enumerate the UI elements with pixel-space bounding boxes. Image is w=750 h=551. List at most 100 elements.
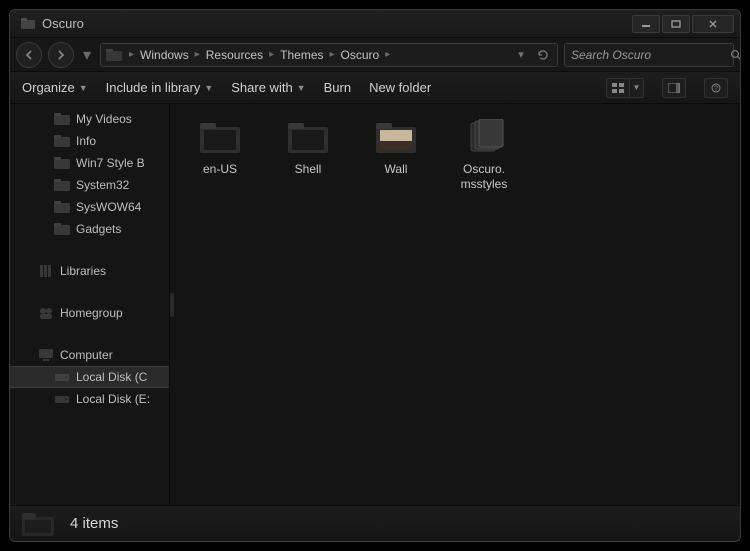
tree-item[interactable]: Gadgets: [10, 218, 169, 240]
organize-menu[interactable]: Organize ▼: [22, 80, 88, 95]
chevron-right-icon: ▸: [328, 49, 337, 60]
tree-item[interactable]: Info: [10, 130, 169, 152]
tree-item[interactable]: My Videos: [10, 108, 169, 130]
folder-icon: [372, 118, 420, 158]
file-label: Wall: [385, 162, 408, 177]
tree-label: Info: [76, 134, 96, 148]
tree-label: Libraries: [60, 264, 106, 278]
tree-item-computer[interactable]: Computer: [10, 344, 169, 366]
tree-item-disk[interactable]: Local Disk (E:: [10, 388, 169, 410]
toolbar-label: Share with: [231, 80, 292, 95]
change-view-dropdown[interactable]: ▼: [630, 78, 644, 98]
help-button[interactable]: ?: [704, 78, 728, 98]
tree-label: SysWOW64: [76, 200, 141, 214]
search-box[interactable]: [564, 43, 734, 67]
breadcrumb-segment[interactable]: Oscuro: [337, 44, 384, 66]
titlebar: Oscuro: [10, 10, 740, 38]
msstyles-icon: [460, 118, 508, 158]
computer-icon: [38, 348, 54, 362]
history-dropdown[interactable]: ▾: [80, 42, 94, 68]
chevron-down-icon: ▼: [204, 83, 213, 93]
maximize-button[interactable]: [662, 15, 690, 33]
toolbar: Organize▼ Include in library▼ Share with…: [10, 72, 740, 104]
view-options: ▼: [606, 78, 644, 98]
toolbar-label: Include in library: [106, 80, 201, 95]
refresh-button[interactable]: [533, 45, 553, 65]
file-item[interactable]: Oscuro. msstyles: [454, 118, 514, 192]
homegroup-icon: [38, 306, 54, 320]
toolbar-label: New folder: [369, 80, 431, 95]
folder-icon: [284, 118, 332, 158]
include-library-menu[interactable]: Include in library▼: [106, 80, 214, 95]
folder-icon: [54, 156, 70, 170]
chevron-right-icon: ▸: [193, 49, 202, 60]
breadcrumb-segment[interactable]: Resources: [202, 44, 267, 66]
file-label: Oscuro. msstyles: [461, 162, 508, 192]
folder-icon: [54, 222, 70, 236]
change-view-button[interactable]: [606, 78, 630, 98]
tree-item[interactable]: Win7 Style B: [10, 152, 169, 174]
address-bar[interactable]: ▸ Windows ▸ Resources ▸ Themes ▸ Oscuro …: [100, 43, 558, 67]
file-list[interactable]: en-US Shell Wall Oscuro. msstyles: [174, 104, 740, 505]
tree-item-libraries[interactable]: Libraries: [10, 260, 169, 282]
tree-item-disk[interactable]: Local Disk (C: [10, 366, 169, 388]
nav-row: ▾ ▸ Windows ▸ Resources ▸ Themes ▸ Oscur…: [10, 38, 740, 72]
search-input[interactable]: [571, 48, 726, 62]
status-text: 4 items: [70, 515, 118, 532]
tree-label: Homegroup: [60, 306, 123, 320]
burn-button[interactable]: Burn: [324, 80, 351, 95]
share-with-menu[interactable]: Share with ▼: [231, 80, 305, 95]
breadcrumb-label: Resources: [206, 48, 263, 62]
nav-pane: My Videos Info Win7 Style B System32 Sys…: [10, 104, 170, 505]
breadcrumb-label: Themes: [280, 48, 323, 62]
breadcrumb-label: Windows: [140, 48, 189, 62]
breadcrumb-segment[interactable]: Themes: [276, 44, 327, 66]
chevron-right-icon: ▸: [267, 49, 276, 60]
folder-item[interactable]: en-US: [190, 118, 250, 192]
breadcrumb-segment[interactable]: Windows: [136, 44, 193, 66]
tree-label: System32: [76, 178, 129, 192]
libraries-icon: [38, 264, 54, 278]
status-bar: 4 items: [10, 505, 740, 541]
drive-icon: [54, 370, 70, 384]
minimize-button[interactable]: [632, 15, 660, 33]
splitter[interactable]: [170, 104, 174, 505]
tree-item[interactable]: System32: [10, 174, 169, 196]
toolbar-label: Organize: [22, 80, 75, 95]
chevron-down-icon: ▼: [633, 83, 641, 92]
tree-label: My Videos: [76, 112, 132, 126]
folder-icon: [196, 118, 244, 158]
back-button[interactable]: [16, 42, 42, 68]
folder-icon: [54, 134, 70, 148]
file-label: Shell: [295, 162, 322, 177]
window-icon: [20, 16, 36, 32]
folder-icon: [54, 200, 70, 214]
tree-label: Computer: [60, 348, 113, 362]
tree-label: Gadgets: [76, 222, 121, 236]
svg-text:?: ?: [714, 85, 718, 92]
tree-item[interactable]: SysWOW64: [10, 196, 169, 218]
close-button[interactable]: [692, 15, 734, 33]
folder-item[interactable]: Shell: [278, 118, 338, 192]
chevron-down-icon: ▼: [79, 83, 88, 93]
folder-icon: [54, 178, 70, 192]
chevron-down-icon: ▼: [297, 83, 306, 93]
file-label: en-US: [203, 162, 237, 177]
forward-button[interactable]: [48, 42, 74, 68]
chevron-right-icon: ▸: [383, 49, 392, 60]
preview-pane-button[interactable]: [662, 78, 686, 98]
folder-icon: [20, 510, 56, 538]
tree-label: Win7 Style B: [76, 156, 145, 170]
new-folder-button[interactable]: New folder: [369, 80, 431, 95]
search-icon: [730, 49, 741, 61]
chevron-right-icon: ▸: [127, 49, 136, 60]
drive-icon: [54, 392, 70, 406]
tree-label: Local Disk (C: [76, 370, 147, 384]
address-dropdown[interactable]: ▾: [511, 45, 531, 65]
address-folder-icon: [105, 46, 123, 64]
tree-item-homegroup[interactable]: Homegroup: [10, 302, 169, 324]
tree-label: Local Disk (E:: [76, 392, 150, 406]
window-title: Oscuro: [42, 16, 84, 31]
folder-icon: [54, 112, 70, 126]
folder-item[interactable]: Wall: [366, 118, 426, 192]
